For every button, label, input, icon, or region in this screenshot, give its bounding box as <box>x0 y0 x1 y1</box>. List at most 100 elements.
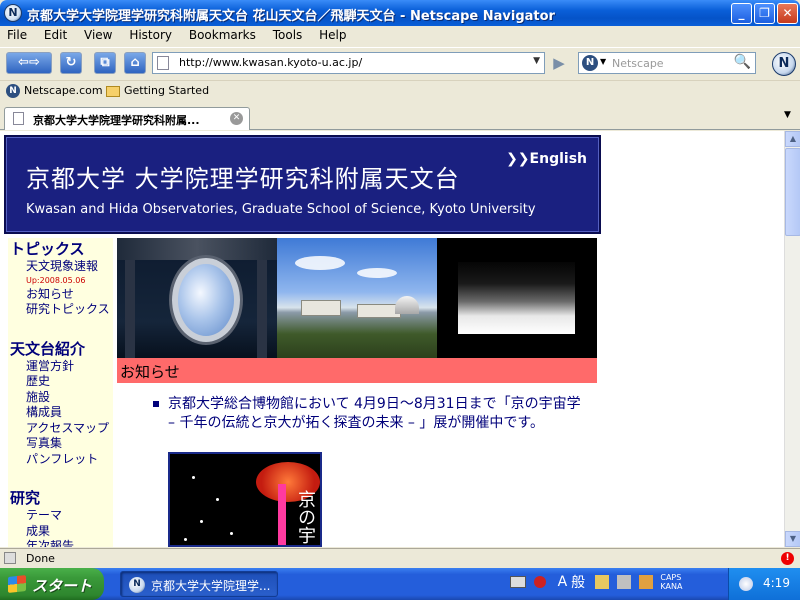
banner-title-en: Kwasan and Hida Observatories, Graduate … <box>26 202 536 217</box>
start-button[interactable]: スタート <box>0 568 104 600</box>
new-tab-button[interactable]: ⧉ <box>94 52 116 74</box>
scroll-down-icon[interactable]: ▼ <box>785 531 800 547</box>
maximize-button[interactable]: ❐ <box>754 3 775 24</box>
sidebar-item-notices[interactable]: お知らせ <box>8 287 113 303</box>
go-icon[interactable]: ▶ <box>548 52 570 74</box>
kana-indicator: KANA <box>660 582 683 591</box>
ime-mode-icon[interactable] <box>533 576 546 588</box>
sidebar-item-results[interactable]: 成果 <box>8 524 113 540</box>
ime-alpha[interactable]: A <box>558 574 568 590</box>
url-bar[interactable]: http://www.kwasan.kyoto-u.ac.jp/ ▼ <box>152 52 545 74</box>
menu-bookmarks[interactable]: Bookmarks <box>182 26 262 42</box>
security-warning-icon[interactable]: ! <box>781 552 794 565</box>
start-label: スタート <box>32 577 93 595</box>
search-box[interactable]: N ▼ Netscape 🔍 <box>578 52 756 74</box>
title-bar: N 京都大学大学院理学研究科附属天文台 花山天文台／飛騨天文台 - Netsca… <box>0 0 800 26</box>
photo-strip <box>117 238 597 358</box>
menu-tools[interactable]: Tools <box>266 26 309 42</box>
menu-edit[interactable]: Edit <box>37 26 73 42</box>
sidebar-item-members[interactable]: 構成員 <box>8 405 113 421</box>
search-engine-icon[interactable]: N <box>582 55 598 71</box>
netscape-logo-icon[interactable]: N <box>772 52 796 76</box>
menu-history[interactable]: History <box>122 26 178 42</box>
windows-flag-icon <box>8 575 26 593</box>
sidebar-item-facilities[interactable]: 施設 <box>8 390 113 406</box>
menu-view[interactable]: View <box>77 26 118 42</box>
navigation-toolbar: ⇦⇨ ↻ ⧉ ⌂ http://www.kwasan.kyoto-u.ac.jp… <box>0 47 800 79</box>
ime-kanji[interactable]: 般 <box>571 572 585 592</box>
ime-pad-icon[interactable] <box>616 575 631 589</box>
vertical-scrollbar[interactable]: ▲ ▼ <box>784 131 800 547</box>
search-icon[interactable]: 🔍 <box>734 54 751 70</box>
sidebar-item-photos[interactable]: 写真集 <box>8 436 113 452</box>
tab-bar: 京都大学大学院理学研究科附属... ✕ ▼ <box>0 104 800 130</box>
menu-help[interactable]: Help <box>312 26 352 42</box>
ime-toolbar: A 般 CAPS KANA <box>510 572 682 596</box>
sidebar-heading-topics[interactable]: トピックス <box>8 238 113 259</box>
url-text[interactable]: http://www.kwasan.kyoto-u.ac.jp/ <box>179 56 362 69</box>
sidebar-item-annual-report[interactable]: 年次報告 <box>8 539 113 547</box>
sidebar-heading-research[interactable]: 研究 <box>8 487 113 508</box>
home-button[interactable]: ⌂ <box>124 52 146 74</box>
scroll-up-icon[interactable]: ▲ <box>785 131 800 147</box>
search-input[interactable]: Netscape <box>612 57 664 70</box>
menu-file[interactable]: File <box>0 26 33 42</box>
close-tab-icon[interactable]: ✕ <box>230 112 243 125</box>
observatory-photo <box>277 238 437 358</box>
status-text: Done <box>26 552 55 565</box>
back-icon: ⇦ <box>18 55 29 70</box>
speaker-icon[interactable] <box>739 577 753 591</box>
back-forward-button[interactable]: ⇦⇨ <box>6 52 52 74</box>
reload-button[interactable]: ↻ <box>60 52 82 74</box>
netscape-app-icon: N <box>4 4 22 22</box>
bookmark-netscape[interactable]: N Netscape.com <box>6 84 103 98</box>
status-icon <box>4 552 16 564</box>
search-engine-dropdown-icon[interactable]: ▼ <box>600 57 606 66</box>
forward-icon: ⇨ <box>29 55 40 70</box>
news-heading: お知らせ <box>120 363 180 381</box>
netscape-icon: N <box>6 84 20 98</box>
system-tray: 4:19 <box>728 568 800 600</box>
exhibition-poster[interactable]: 京の宇 <box>168 452 322 547</box>
browser-window: N 京都大学大学院理学研究科附属天文台 花山天文台／飛騨天文台 - Netsca… <box>0 0 800 568</box>
news-heading-bar: お知らせ <box>117 358 597 383</box>
taskbar: スタート N 京都大学大学院理学... A 般 CAPS KANA 4:19 <box>0 568 800 600</box>
reload-icon: ↻ <box>65 55 77 70</box>
home-icon: ⌂ <box>130 55 140 70</box>
clock: 4:19 <box>763 576 790 590</box>
sidebar: トピックス 天文現象速報 Up:2008.05.06 お知らせ 研究トピックス … <box>8 238 113 547</box>
scroll-thumb[interactable] <box>785 148 800 236</box>
sidebar-item-history[interactable]: 歴史 <box>8 374 113 390</box>
update-date: Up:2008.05.06 <box>26 275 86 285</box>
close-button[interactable]: ✕ <box>777 3 798 24</box>
caps-indicator: CAPS <box>660 573 682 582</box>
ime-dictionary-icon[interactable] <box>594 575 609 589</box>
sidebar-item-themes[interactable]: テーマ <box>8 508 113 524</box>
taskbar-item-netscape[interactable]: N 京都大学大学院理学... <box>120 571 278 597</box>
minimize-button[interactable]: _ <box>731 3 752 24</box>
bullet-icon <box>153 401 159 407</box>
folder-icon <box>106 85 120 97</box>
sidebar-item-pamphlet[interactable]: パンフレット <box>8 452 113 468</box>
tab-list-icon[interactable]: ▼ <box>784 110 791 120</box>
site-banner: 京都大学 大学院理学研究科附属天文台 Kwasan and Hida Obser… <box>4 135 601 234</box>
bookmarks-bar: N Netscape.com Getting Started <box>0 80 800 102</box>
sidebar-item-access[interactable]: アクセスマップ <box>8 421 113 437</box>
sidebar-heading-about[interactable]: 天文台紹介 <box>8 338 113 359</box>
bookmark-getting-started[interactable]: Getting Started <box>106 84 209 97</box>
english-link[interactable]: ❯❯English <box>506 151 587 167</box>
new-tab-icon: ⧉ <box>100 55 110 70</box>
solar-image <box>437 238 597 358</box>
ime-help-icon[interactable] <box>638 575 653 589</box>
keyboard-icon[interactable] <box>510 576 526 588</box>
sidebar-item-astro-news[interactable]: 天文現象速報 <box>8 259 113 275</box>
window-title: 京都大学大学院理学研究科附属天文台 花山天文台／飛騨天文台 - Netscape… <box>27 9 555 24</box>
news-item[interactable]: 京都大学総合博物館において 4月9日〜8月31日まで「京の宇宙学 – 千年の伝統… <box>168 395 588 433</box>
tab-current[interactable]: 京都大学大学院理学研究科附属... ✕ <box>4 107 250 130</box>
sidebar-item-research-topics[interactable]: 研究トピックス <box>8 302 113 318</box>
menu-bar: File Edit View History Bookmarks Tools H… <box>0 26 800 46</box>
page-icon <box>13 112 24 125</box>
url-dropdown-icon[interactable]: ▼ <box>533 56 540 66</box>
sidebar-item-policy[interactable]: 運営方針 <box>8 359 113 375</box>
poster-text: 京の宇 <box>295 490 316 544</box>
